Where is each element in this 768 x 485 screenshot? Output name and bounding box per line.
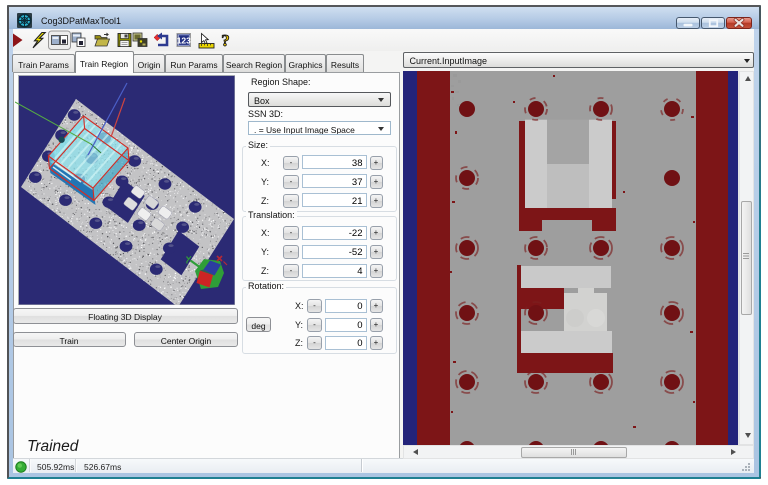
svg-text:123: 123 bbox=[177, 36, 191, 46]
svg-text:?: ? bbox=[221, 31, 230, 50]
